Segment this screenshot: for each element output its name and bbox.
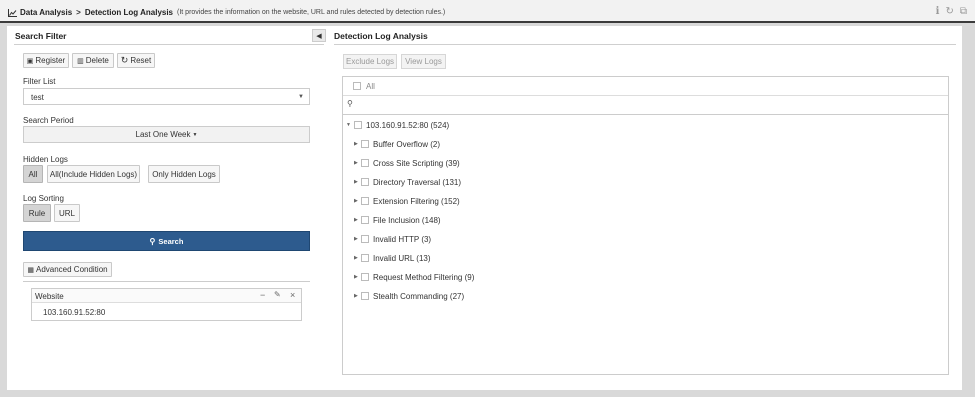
tree-node-label[interactable]: Buffer Overflow (2): [373, 140, 440, 149]
search-period-dropdown[interactable]: Last One Week ▼: [23, 126, 310, 143]
search-filter-title: Search Filter: [15, 31, 67, 41]
exclude-logs-button[interactable]: Exclude Logs: [343, 54, 397, 69]
minimize-icon[interactable]: −: [260, 290, 265, 300]
reset-button[interactable]: ↻ Reset: [117, 53, 155, 68]
tree-node-label[interactable]: Invalid HTTP (3): [373, 235, 431, 244]
area-chart-icon: [8, 8, 17, 17]
filter-list-select[interactable]: test ▼: [23, 88, 310, 105]
external-link-icon[interactable]: ⧉: [960, 6, 967, 17]
tree-node-label[interactable]: File Inclusion (148): [373, 216, 441, 225]
tree-node-label[interactable]: Cross Site Scripting (39): [373, 159, 460, 168]
top-bar: Data Analysis > Detection Log Analysis (…: [0, 0, 975, 23]
tree-node-label[interactable]: Extension Filtering (152): [373, 197, 460, 206]
close-icon[interactable]: ×: [290, 290, 295, 300]
breadcrumb: Data Analysis > Detection Log Analysis (…: [8, 8, 445, 17]
filter-list-value: test: [31, 93, 44, 102]
expand-arrow-icon[interactable]: ▶: [354, 179, 358, 185]
detection-log-tree: All ⚲ ▼ 103.160.91.52:80 (524) ▶ Buffer …: [342, 76, 949, 375]
select-all-label: All: [366, 82, 375, 91]
select-all-row: All: [343, 77, 948, 96]
search-button[interactable]: ⚲ Search: [23, 231, 310, 251]
expand-arrow-icon[interactable]: ▶: [354, 236, 358, 242]
collapse-panel-button[interactable]: ◀: [312, 29, 326, 42]
expand-arrow-icon[interactable]: ▶: [354, 198, 358, 204]
caret-left-icon: ◀: [316, 32, 322, 40]
hidden-logs-only-option[interactable]: Only Hidden Logs: [148, 165, 220, 183]
reset-icon: ↻: [120, 55, 129, 65]
sort-rule-option[interactable]: Rule: [23, 204, 51, 222]
search-period-value: Last One Week: [135, 130, 191, 139]
collapse-arrow-icon[interactable]: ▼: [346, 122, 351, 128]
tree-search-input[interactable]: ⚲: [343, 96, 948, 115]
expand-arrow-icon[interactable]: ▶: [354, 160, 358, 166]
tree-node-checkbox[interactable]: [361, 235, 369, 243]
register-button[interactable]: ▣ Register: [23, 53, 69, 68]
tree-root-label[interactable]: 103.160.91.52:80 (524): [366, 121, 449, 130]
breadcrumb-separator: >: [76, 8, 81, 17]
tree-node-checkbox[interactable]: [361, 292, 369, 300]
filter-list-label: Filter List: [23, 77, 56, 86]
tree-node-checkbox[interactable]: [361, 159, 369, 167]
tree-node-checkbox[interactable]: [361, 216, 369, 224]
tree-node-label[interactable]: Invalid URL (13): [373, 254, 431, 263]
info-icon[interactable]: i: [936, 6, 940, 17]
main-content: Search Filter ◀ ▣ Register ▥ Delete ↻ Re…: [7, 26, 962, 390]
refresh-icon[interactable]: ↻: [945, 6, 953, 17]
search-icon: ⚲: [347, 99, 353, 108]
search-period-label: Search Period: [23, 116, 74, 125]
save-icon: ▣: [26, 57, 34, 65]
log-sorting-label: Log Sorting: [23, 194, 64, 203]
divider: [334, 44, 956, 45]
tree-node-checkbox[interactable]: [361, 197, 369, 205]
edit-icon[interactable]: ✎: [274, 290, 281, 299]
view-logs-button[interactable]: View Logs: [401, 54, 446, 69]
website-card-title: Website: [35, 292, 64, 301]
divider: [23, 281, 310, 282]
hidden-logs-include-option[interactable]: All(Include Hidden Logs): [47, 165, 140, 183]
tree-node-checkbox[interactable]: [361, 273, 369, 281]
tree-node-label[interactable]: Directory Traversal (131): [373, 178, 461, 187]
breadcrumb-section[interactable]: Data Analysis: [20, 8, 72, 17]
tree-node-checkbox[interactable]: [361, 178, 369, 186]
caret-down-icon: ▼: [298, 94, 304, 100]
tree-node-checkbox[interactable]: [361, 254, 369, 262]
delete-button[interactable]: ▥ Delete: [72, 53, 114, 68]
expand-arrow-icon[interactable]: ▶: [354, 255, 358, 261]
grid-icon: ▦: [27, 266, 34, 274]
expand-arrow-icon[interactable]: ▶: [354, 274, 358, 280]
tree-node-label[interactable]: Request Method Filtering (9): [373, 273, 474, 282]
tree-node-label[interactable]: Stealth Commanding (27): [373, 292, 464, 301]
website-condition-card: Website − ✎ × 103.160.91.52:80: [31, 288, 302, 321]
search-icon: ⚲: [149, 236, 156, 246]
trash-icon: ▥: [77, 57, 84, 65]
caret-down-icon: ▼: [192, 131, 198, 138]
hidden-logs-label: Hidden Logs: [23, 155, 68, 164]
tree-root-checkbox[interactable]: [354, 121, 362, 129]
hidden-logs-all-option[interactable]: All: [23, 165, 43, 183]
page-description: (It provides the information on the webs…: [177, 9, 446, 16]
advanced-condition-button[interactable]: ▦ Advanced Condition: [23, 262, 112, 277]
tree-node-checkbox[interactable]: [361, 140, 369, 148]
breadcrumb-page: Detection Log Analysis: [84, 8, 174, 17]
expand-arrow-icon[interactable]: ▶: [354, 141, 358, 147]
expand-arrow-icon[interactable]: ▶: [354, 293, 358, 299]
website-value: 103.160.91.52:80: [43, 308, 106, 317]
detection-log-analysis-title: Detection Log Analysis: [334, 31, 428, 41]
expand-arrow-icon[interactable]: ▶: [354, 217, 358, 223]
search-filter-panel: Search Filter ◀: [14, 29, 326, 45]
select-all-checkbox[interactable]: [353, 82, 361, 90]
sort-url-option[interactable]: URL: [54, 204, 80, 222]
